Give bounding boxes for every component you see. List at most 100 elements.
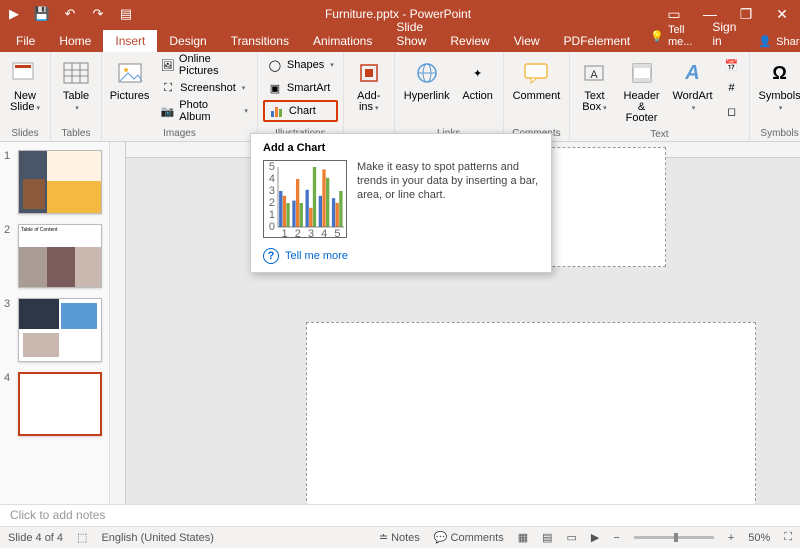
comment-icon [520, 57, 552, 89]
smartart-icon: ▣ [267, 80, 283, 96]
online-pictures-button[interactable]: 🖼Online Pictures [156, 54, 252, 76]
tab-transitions[interactable]: Transitions [219, 30, 301, 52]
sign-in-link[interactable]: Sign in [700, 16, 748, 52]
tooltip-description: Make it easy to spot patterns and trends… [357, 160, 539, 238]
svg-text:1: 1 [269, 209, 275, 221]
chart-tooltip: Add a Chart 01234512345 Make it easy to … [250, 133, 552, 273]
chart-icon [269, 103, 285, 119]
normal-view-button[interactable]: ▦ [518, 531, 528, 544]
thumbnail-3[interactable]: 3 [4, 298, 105, 362]
svg-text:5: 5 [269, 161, 275, 173]
redo-button[interactable]: ↷ [84, 0, 112, 28]
svg-text:2: 2 [269, 197, 275, 209]
fit-to-window-button[interactable]: ⛶ [784, 531, 792, 544]
shapes-icon: ◯ [267, 57, 283, 73]
tab-slideshow[interactable]: Slide Show [384, 16, 438, 52]
ribbon-tabs: File Home Insert Design Transitions Anim… [0, 28, 800, 52]
screenshot-button[interactable]: ⛶Screenshot▾ [156, 77, 252, 99]
slideshow-qat-button[interactable]: ▤ [112, 0, 140, 28]
tell-me-more-link[interactable]: ? Tell me more [263, 244, 539, 264]
photo-album-button[interactable]: 📷Photo Album▾ [156, 100, 252, 122]
svg-text:2: 2 [295, 228, 301, 239]
slide-counter: Slide 4 of 4 [8, 532, 63, 544]
zoom-slider[interactable] [634, 536, 714, 539]
tab-pdfelement[interactable]: PDFelement [552, 30, 643, 52]
comment-button[interactable]: Comment [509, 54, 565, 105]
tab-insert[interactable]: Insert [103, 30, 157, 52]
new-slide-icon [9, 57, 41, 89]
hyperlink-button[interactable]: Hyperlink [400, 54, 454, 105]
shapes-button[interactable]: ◯Shapes▾ [263, 54, 338, 76]
pictures-button[interactable]: Pictures [107, 54, 152, 105]
online-pictures-icon: 🖼 [160, 57, 175, 73]
help-icon: ? [263, 248, 279, 264]
slide-thumbnails-panel[interactable]: 1 2 Table of Content 3 4 [0, 142, 110, 504]
slideshow-view-button[interactable]: ▶ [591, 531, 599, 544]
smartart-button[interactable]: ▣SmartArt [263, 77, 338, 99]
textbox-icon: A [578, 57, 610, 89]
table-button[interactable]: Table▾ [56, 54, 96, 117]
wordart-icon: A [677, 57, 709, 89]
svg-text:4: 4 [321, 228, 327, 239]
symbols-button[interactable]: Ω Symbols▾ [755, 54, 800, 117]
thumbnail-4[interactable]: 4 [4, 372, 105, 436]
app-icon: ▶ [0, 0, 28, 28]
comments-toggle[interactable]: 💬 Comments [434, 531, 504, 544]
thumbnail-1[interactable]: 1 [4, 150, 105, 214]
reading-view-button[interactable]: ▭ [567, 531, 577, 544]
sorter-view-button[interactable]: ▤ [542, 531, 552, 544]
tab-home[interactable]: Home [47, 30, 103, 52]
svg-text:0: 0 [269, 221, 275, 233]
addins-button[interactable]: Add-ins▾ [349, 54, 389, 117]
header-footer-button[interactable]: Header& Footer [618, 54, 666, 127]
group-label-tables: Tables [62, 126, 91, 141]
tooltip-title: Add a Chart [263, 142, 539, 154]
group-label-slides: Slides [11, 126, 38, 141]
zoom-level[interactable]: 50% [748, 532, 770, 544]
table-icon [60, 57, 92, 89]
svg-text:A: A [591, 69, 599, 81]
hyperlink-icon [411, 57, 443, 89]
wordart-button[interactable]: A WordArt▾ [670, 54, 716, 117]
svg-text:5: 5 [334, 228, 340, 239]
action-button[interactable]: ✦ Action [458, 54, 498, 105]
tab-animations[interactable]: Animations [301, 30, 384, 52]
chart-button[interactable]: Chart [263, 100, 338, 122]
thumbnail-2[interactable]: 2 Table of Content [4, 224, 105, 288]
svg-text:4: 4 [269, 173, 275, 185]
notes-pane[interactable]: Click to add notes [0, 504, 800, 526]
spellcheck-icon[interactable]: ⬚ [77, 531, 87, 544]
ribbon: NewSlide▾ Slides Table▾ Tables Pictures … [0, 52, 800, 142]
symbols-icon: Ω [764, 57, 796, 89]
pictures-icon [114, 57, 146, 89]
tooltip-chart-preview: 01234512345 [263, 160, 347, 238]
status-bar: Slide 4 of 4 ⬚ English (United States) ≐… [0, 526, 800, 548]
addins-icon [353, 57, 385, 89]
language-indicator[interactable]: English (United States) [101, 532, 214, 544]
screenshot-icon: ⛶ [160, 80, 176, 96]
tell-me-search[interactable]: 💡Tell me... [642, 20, 700, 52]
save-button[interactable]: 💾 [28, 0, 56, 28]
textbox-button[interactable]: A TextBox▾ [575, 54, 613, 117]
share-button[interactable]: 👤Share [748, 31, 800, 52]
notes-toggle[interactable]: ≐ Notes [379, 531, 420, 544]
photo-album-icon: 📷 [160, 103, 175, 119]
undo-button[interactable]: ↶ [56, 0, 84, 28]
new-slide-button[interactable]: NewSlide▾ [5, 54, 45, 117]
svg-text:3: 3 [308, 228, 314, 239]
group-label-images: Images [163, 126, 196, 141]
tab-review[interactable]: Review [438, 30, 501, 52]
text-extra-1[interactable]: 📅 [720, 54, 744, 76]
zoom-in-button[interactable]: + [728, 532, 734, 544]
tab-file[interactable]: File [4, 30, 47, 52]
tab-view[interactable]: View [502, 30, 552, 52]
text-extra-3[interactable]: ◻ [720, 100, 744, 122]
text-extra-2[interactable]: # [720, 77, 744, 99]
vertical-ruler [110, 142, 126, 504]
close-button[interactable]: ✕ [764, 0, 800, 28]
slide-canvas[interactable] [306, 322, 756, 504]
tab-design[interactable]: Design [157, 30, 218, 52]
svg-text:1: 1 [282, 228, 288, 239]
svg-text:3: 3 [269, 185, 275, 197]
zoom-out-button[interactable]: − [613, 532, 619, 544]
